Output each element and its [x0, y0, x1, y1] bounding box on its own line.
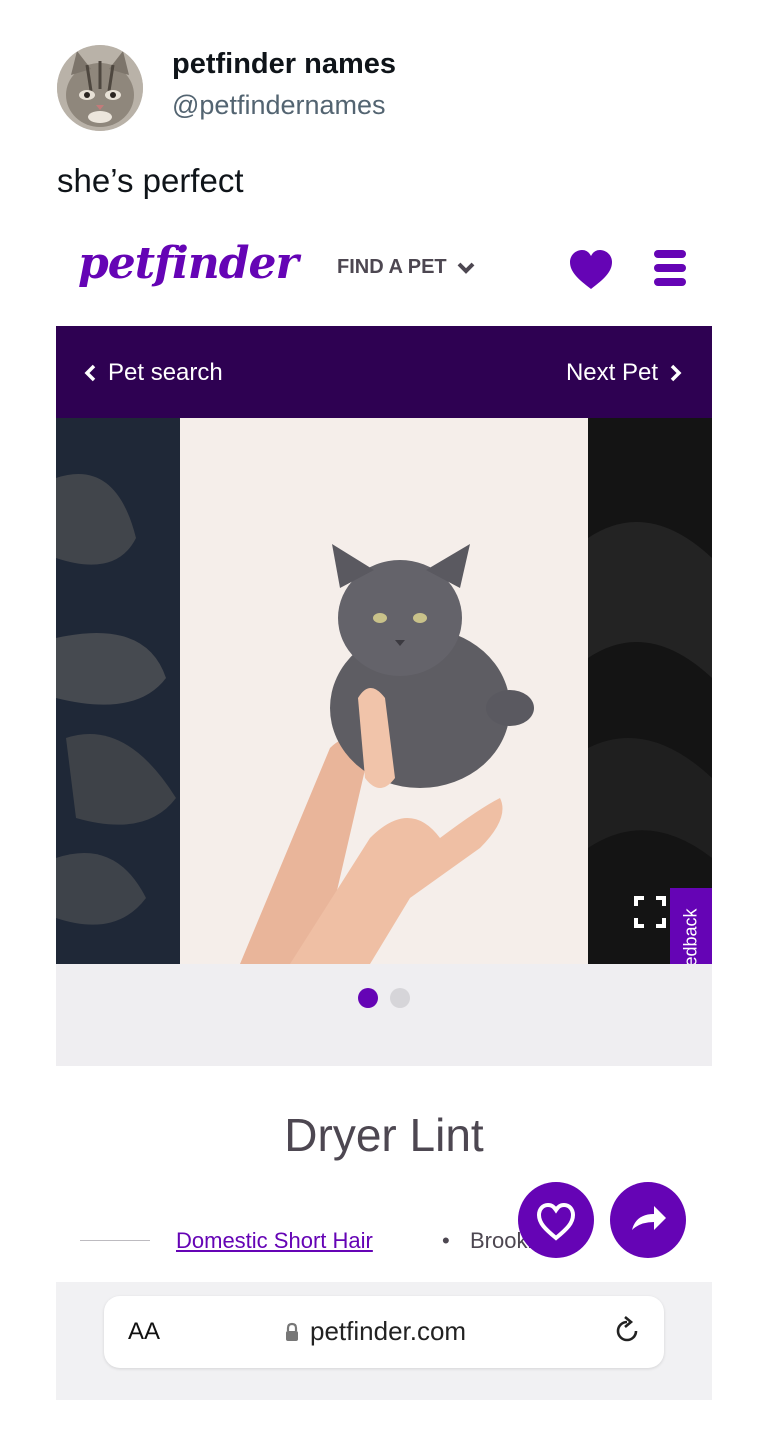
chevron-right-icon	[670, 364, 682, 382]
pet-search-link[interactable]: Pet search	[84, 359, 223, 387]
share-arrow-icon	[632, 1206, 666, 1230]
text-size-button[interactable]: AA	[128, 1318, 160, 1346]
petfinder-logo[interactable]: petfinder	[78, 238, 299, 289]
carousel-dot-active[interactable]	[358, 988, 378, 1008]
pet-name: Dryer Lint	[284, 1109, 484, 1161]
reload-icon[interactable]	[610, 1314, 644, 1348]
url-text: petfinder.com	[310, 1316, 467, 1346]
heart-icon[interactable]	[568, 248, 614, 294]
pet-navigation-bar: Pet search Next Pet	[56, 326, 712, 418]
fullscreen-icon[interactable]	[630, 892, 670, 932]
avatar[interactable]	[57, 45, 143, 131]
divider	[80, 1240, 150, 1241]
pet-details: Domestic Short Hair • Brookl	[80, 1228, 532, 1253]
next-pet-link[interactable]: Next Pet	[566, 359, 682, 387]
carousel-dot[interactable]	[390, 988, 410, 1008]
next-pet-label: Next Pet	[565, 359, 658, 386]
chevron-down-icon	[457, 262, 475, 274]
share-button[interactable]	[610, 1182, 686, 1258]
pet-search-label: Pet search	[108, 359, 223, 386]
find-a-pet-menu[interactable]: FIND A PET	[337, 256, 475, 279]
embedded-screenshot: petfinder FIND A PET Pet search Next Pet	[56, 226, 712, 1400]
browser-toolbar: AA petfinder.com	[56, 1282, 712, 1400]
favorite-button[interactable]	[518, 1182, 594, 1258]
url-display[interactable]: petfinder.com	[284, 1316, 466, 1347]
tweet-text: she’s perfect	[57, 162, 244, 199]
hamburger-menu-icon[interactable]	[652, 248, 688, 288]
find-a-pet-label: FIND A PET	[337, 256, 447, 278]
breed-link[interactable]: Domestic Short Hair	[176, 1228, 373, 1254]
pet-photo[interactable]	[180, 418, 588, 964]
lock-icon	[286, 1322, 298, 1341]
next-photo[interactable]	[588, 418, 712, 964]
author-name[interactable]: petfinder names	[172, 48, 396, 81]
separator: •	[442, 1228, 450, 1253]
author-handle[interactable]: @petfindernames	[172, 90, 386, 121]
address-bar[interactable]: AA petfinder.com	[104, 1296, 664, 1368]
heart-outline-icon	[536, 1202, 576, 1241]
photo-gallery[interactable]	[56, 418, 712, 964]
previous-photo[interactable]	[56, 418, 180, 964]
carousel-indicator	[56, 964, 712, 1066]
chevron-left-icon	[84, 364, 96, 382]
